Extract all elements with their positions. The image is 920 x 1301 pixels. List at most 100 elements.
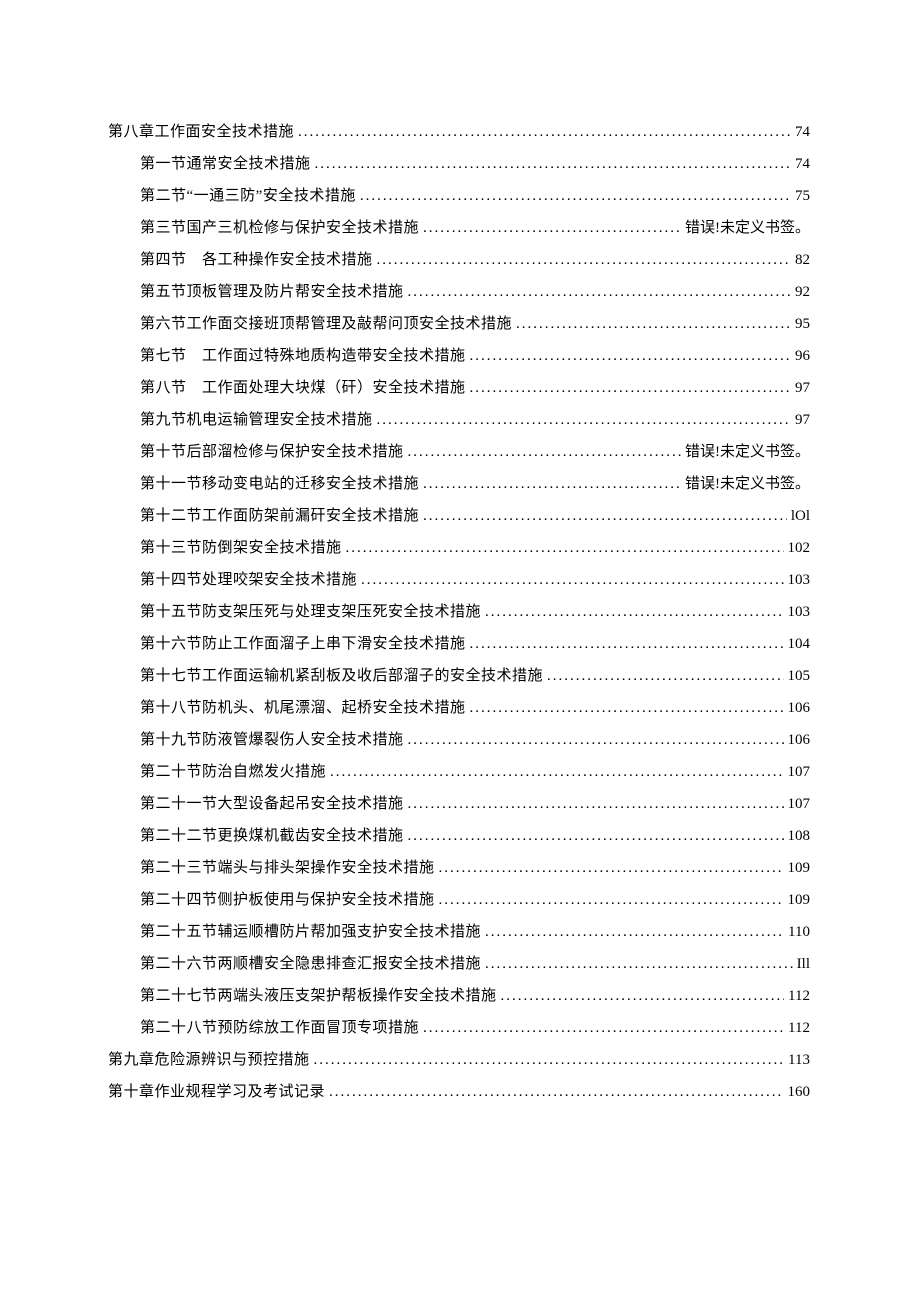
toc-entry: 第五节顶板管理及防片帮安全技术措施 92 (108, 280, 810, 301)
toc-entry-label: 第十三节防倒架安全技术措施 (140, 536, 342, 557)
toc-entry-page: 107 (788, 796, 811, 813)
toc-entry-page: 74 (795, 124, 810, 141)
toc-entry: 第四节 各工种操作安全技术措施 82 (108, 248, 810, 269)
toc-entry-label: 第二十五节辅运顺槽防片帮加强支护安全技术措施 (140, 920, 481, 941)
toc-entry: 第二十三节端头与排头架操作安全技术措施 109 (108, 856, 810, 877)
toc-entry: 第二十五节辅运顺槽防片帮加强支护安全技术措施 110 (108, 920, 810, 941)
toc-entry-page: 109 (788, 860, 811, 877)
toc-entry: 第二十七节两端头液压支架护帮板操作安全技术措施 112 (108, 984, 810, 1005)
toc-leader-dots (314, 1052, 785, 1069)
toc-entry-label: 第八章工作面安全技术措施 (108, 120, 294, 141)
toc-leader-dots (408, 284, 791, 301)
toc-leader-dots (408, 732, 784, 749)
toc-leader-dots (423, 220, 681, 237)
toc-entry: 第十节后部溜检修与保护安全技术措施 错误!未定义书签。 (108, 440, 810, 461)
toc-entry-label: 第九节机电运输管理安全技术措施 (140, 408, 373, 429)
toc-entry-page: 104 (788, 636, 811, 653)
toc-entry: 第二节“一通三防”安全技术措施 75 (108, 184, 810, 205)
toc-entry: 第十三节防倒架安全技术措施 102 (108, 536, 810, 557)
toc-entry-page: 错误!未定义书签。 (685, 472, 810, 493)
toc-entry-page: 82 (795, 252, 810, 269)
toc-entry-page: 107 (788, 764, 811, 781)
toc-entry-label: 第二十三节端头与排头架操作安全技术措施 (140, 856, 435, 877)
toc-entry-label: 第七节 工作面过特殊地质构造带安全技术措施 (140, 344, 466, 365)
toc-entry: 第二十六节两顺槽安全隐患排查汇报安全技术措施 Ill (108, 952, 810, 973)
toc-leader-dots (423, 476, 681, 493)
toc-entry-page: 106 (788, 700, 811, 717)
toc-entry: 第十五节防支架压死与处理支架压死安全技术措施103 (108, 600, 810, 621)
toc-leader-dots (470, 380, 791, 397)
toc-entry: 第九节机电运输管理安全技术措施 97 (108, 408, 810, 429)
toc-entry-label: 第二十节防治自燃发火措施 (140, 760, 326, 781)
toc-leader-dots (470, 700, 784, 717)
toc-entry-label: 第二十八节预防综放工作面冒顶专项措施 (140, 1016, 419, 1037)
toc-entry-page: 160 (788, 1084, 811, 1101)
toc-entry-page: 96 (795, 348, 810, 365)
toc-entry-page: 75 (795, 188, 810, 205)
toc-entry-page: 97 (795, 412, 810, 429)
toc-entry: 第六节工作面交接班顶帮管理及敲帮问顶安全技术措施95 (108, 312, 810, 333)
toc-entry-label: 第二十七节两端头液压支架护帮板操作安全技术措施 (140, 984, 497, 1005)
toc-entry-page: 103 (788, 572, 811, 589)
toc-leader-dots (485, 956, 793, 973)
toc-entry: 第七节 工作面过特殊地质构造带安全技术措施 96 (108, 344, 810, 365)
toc-entry: 第三节国产三机检修与保护安全技术措施错误!未定义书签。 (108, 216, 810, 237)
toc-entry-label: 第十八节防机头、机尾漂溜、起桥安全技术措施 (140, 696, 466, 717)
toc-leader-dots (330, 764, 783, 781)
toc-entry-label: 第三节国产三机检修与保护安全技术措施 (140, 216, 419, 237)
toc-leader-dots (516, 316, 791, 333)
toc-entry-label: 第四节 各工种操作安全技术措施 (140, 248, 373, 269)
toc-leader-dots (346, 540, 784, 557)
toc-entry-label: 第二十一节大型设备起吊安全技术措施 (140, 792, 404, 813)
toc-entry: 第一节通常安全技术措施74 (108, 152, 810, 173)
toc-entry: 第十七节工作面运输机紧刮板及收后部溜子的安全技术措施105 (108, 664, 810, 685)
toc-entry-label: 第十四节处理咬架安全技术措施 (140, 568, 357, 589)
toc-leader-dots (408, 444, 681, 461)
toc-leader-dots (470, 348, 791, 365)
toc-entry-page: 112 (788, 1020, 810, 1037)
toc-leader-dots (360, 188, 791, 205)
toc-entry-page: 74 (795, 156, 810, 173)
toc-entry-label: 第八节 工作面处理大块煤（矸）安全技术措施 (140, 376, 466, 397)
toc-entry: 第十二节工作面防架前漏矸安全技术措施lOl (108, 504, 810, 525)
toc-entry-page: 113 (788, 1052, 810, 1069)
toc-leader-dots (361, 572, 783, 589)
toc-entry-page: 110 (788, 924, 810, 941)
toc-page: 第八章工作面安全技术措施74第一节通常安全技术措施74第二节“一通三防”安全技术… (0, 0, 920, 1172)
toc-entry-label: 第十九节防液管爆裂伤人安全技术措施 (140, 728, 404, 749)
toc-entry-page: 112 (788, 988, 810, 1005)
toc-entry-page: 105 (788, 668, 811, 685)
toc-entry-label: 第二十六节两顺槽安全隐患排查汇报安全技术措施 (140, 952, 481, 973)
toc-entry-page: lOl (791, 508, 810, 525)
toc-leader-dots (377, 412, 791, 429)
toc-entry: 第二十一节大型设备起吊安全技术措施 107 (108, 792, 810, 813)
toc-leader-dots (439, 892, 784, 909)
toc-entry-page: 92 (795, 284, 810, 301)
toc-entry-page: 103 (788, 604, 811, 621)
toc-entry: 第二十八节预防综放工作面冒顶专项措施 112 (108, 1016, 810, 1037)
toc-entry-page: 109 (788, 892, 811, 909)
toc-entry: 第二十二节更换煤机截齿安全技术措施108 (108, 824, 810, 845)
toc-entry-page: 102 (788, 540, 811, 557)
toc-leader-dots (423, 1020, 784, 1037)
toc-entry: 第八章工作面安全技术措施 74 (108, 120, 810, 141)
toc-entry-page: 错误!未定义书签。 (685, 440, 810, 461)
toc-entry: 第八节 工作面处理大块煤（矸）安全技术措施 97 (108, 376, 810, 397)
toc-entry: 第二十四节侧护板使用与保护安全技术措施 109 (108, 888, 810, 909)
toc-leader-dots (547, 668, 783, 685)
toc-leader-dots (315, 156, 791, 173)
toc-entry-page: Ill (797, 956, 810, 973)
toc-entry-label: 第二十四节侧护板使用与保护安全技术措施 (140, 888, 435, 909)
toc-entry-page: 95 (795, 316, 810, 333)
toc-entry: 第二十节防治自燃发火措施 107 (108, 760, 810, 781)
toc-leader-dots (377, 252, 791, 269)
toc-entry-label: 第十节后部溜检修与保护安全技术措施 (140, 440, 404, 461)
toc-entry-page: 97 (795, 380, 810, 397)
toc-leader-dots (408, 828, 784, 845)
toc-entry-label: 第九章危险源辨识与预控措施 (108, 1048, 310, 1069)
toc-entry: 第九章危险源辨识与预控措施 113 (108, 1048, 810, 1069)
toc-entry-label: 第二节“一通三防”安全技术措施 (140, 184, 356, 205)
toc-entry-label: 第十六节防止工作面溜子上串下滑安全技术措施 (140, 632, 466, 653)
toc-entry-label: 第五节顶板管理及防片帮安全技术措施 (140, 280, 404, 301)
toc-entry: 第十六节防止工作面溜子上串下滑安全技术措施 104 (108, 632, 810, 653)
